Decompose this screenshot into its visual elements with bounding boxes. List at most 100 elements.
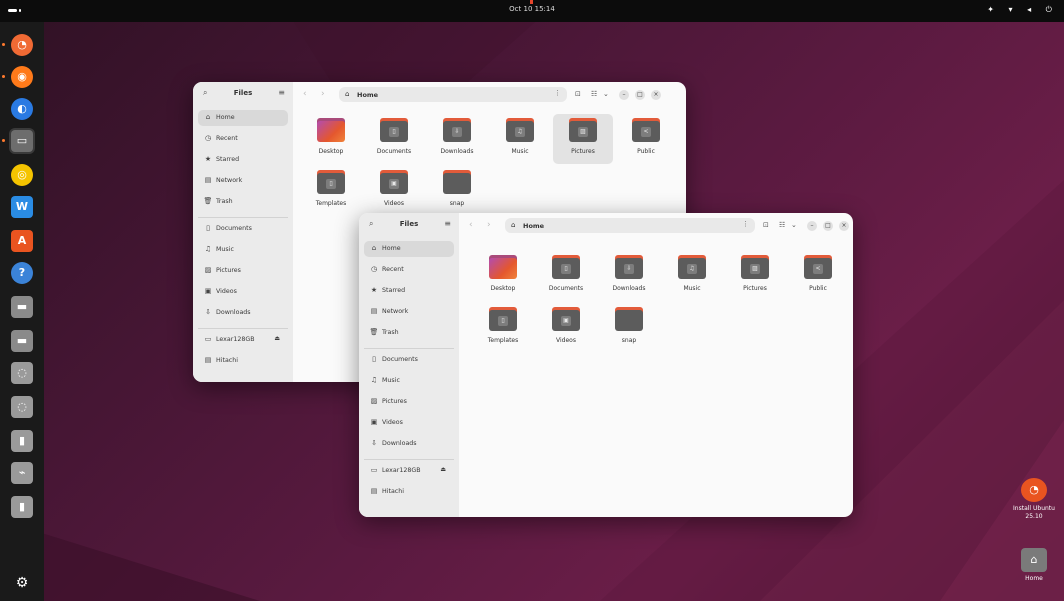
sidebar-item-label: Videos xyxy=(216,288,237,295)
sidebar-item-label: Starred xyxy=(216,156,240,163)
system-tray[interactable]: ✦ ▾ ◂ ⏻ xyxy=(987,5,1058,15)
folder-item[interactable]: ⇩ Downloads xyxy=(599,251,659,301)
dock-item[interactable]: ▬ xyxy=(9,328,35,354)
files-window-front[interactable]: ⌕ Files ≡ ⌂ Home ◷ Recent ★ Starred ▤ Network 🗑 Tras… xyxy=(359,213,853,517)
folder-item[interactable]: ♫ Music xyxy=(662,251,722,301)
folder-item[interactable]: < Public xyxy=(616,114,676,164)
folder-item[interactable]: ▯ Templates xyxy=(301,166,361,216)
sidebar-item-videos[interactable]: ▣ Videos xyxy=(364,415,454,431)
close-button[interactable]: × xyxy=(651,90,661,100)
folder-item[interactable]: ▨ Pictures xyxy=(725,251,785,301)
sidebar-item-documents[interactable]: ▯ Documents xyxy=(364,352,454,368)
back-button[interactable]: ‹ xyxy=(469,220,473,230)
dock-item[interactable]: ▮ xyxy=(9,428,35,454)
dock-item[interactable]: ▬ xyxy=(9,294,35,320)
folder-name: Videos xyxy=(384,200,404,207)
desktop-icon-install-ubuntu[interactable]: ◔ Install Ubuntu 25.10 xyxy=(1004,478,1064,521)
desktop-icon-home[interactable]: ⌂ Home xyxy=(1004,548,1064,583)
dock-item[interactable]: ? xyxy=(9,260,35,286)
sidebar-item-trash[interactable]: 🗑 Trash xyxy=(364,325,454,341)
sidebar-item-home[interactable]: ⌂ Home xyxy=(198,110,288,126)
forward-button[interactable]: › xyxy=(487,220,491,230)
clock[interactable]: Oct 10 15:14 xyxy=(0,5,1064,13)
folder-item[interactable]: Desktop xyxy=(301,114,361,164)
sidebar-item-trash[interactable]: 🗑 Trash xyxy=(198,194,288,210)
folder-desktop-icon xyxy=(489,255,517,279)
dock-item[interactable]: ⌁ xyxy=(9,460,35,486)
folder-item[interactable]: ▣ Videos xyxy=(536,303,596,353)
sidebar-header: ⌕ Files ≡ xyxy=(193,88,293,102)
folder-item[interactable]: Desktop xyxy=(473,251,533,301)
running-indicator xyxy=(2,139,5,142)
hamburger-menu-icon[interactable]: ≡ xyxy=(278,88,285,97)
view-dropdown-icon[interactable]: ⌄ xyxy=(791,221,797,229)
folder-item[interactable]: ♫ Music xyxy=(490,114,550,164)
show-apps-button[interactable]: ⚙ xyxy=(9,570,35,596)
eject-icon[interactable]: ⏏ xyxy=(274,335,280,342)
view-dropdown-icon[interactable]: ⌄ xyxy=(603,90,609,98)
forward-button[interactable]: › xyxy=(321,89,325,99)
sidebar-item-network[interactable]: ▤ Network xyxy=(198,173,288,189)
sidebar-item-pictures[interactable]: ▨ Pictures xyxy=(198,263,288,279)
path-bar[interactable]: ⌂ Home ⋮ xyxy=(505,218,755,233)
folder-name: snap xyxy=(449,200,465,207)
folder-item[interactable]: ⇩ Downloads xyxy=(427,114,487,164)
dock-item[interactable]: ▮ xyxy=(9,494,35,520)
new-folder-icon[interactable]: ⊡ xyxy=(575,90,581,98)
sidebar-separator xyxy=(364,348,454,349)
dock-item[interactable]: ◎ xyxy=(9,162,35,188)
sidebar-item-network[interactable]: ▤ Network xyxy=(364,304,454,320)
sidebar-item-music[interactable]: ♫ Music xyxy=(198,242,288,258)
folder-name: Desktop xyxy=(490,285,516,292)
sidebar-item-home[interactable]: ⌂ Home xyxy=(364,241,454,257)
more-options-icon[interactable]: ⋮ xyxy=(554,89,561,97)
view-toggle-icon[interactable]: ☷ xyxy=(591,90,597,98)
dock-item[interactable]: W xyxy=(9,194,35,220)
close-button[interactable]: × xyxy=(839,221,849,231)
sidebar-item-music[interactable]: ♫ Music xyxy=(364,373,454,389)
hamburger-menu-icon[interactable]: ≡ xyxy=(444,219,451,228)
folder-item[interactable]: snap xyxy=(599,303,659,353)
sidebar-item-starred[interactable]: ★ Starred xyxy=(364,283,454,299)
folder-item[interactable]: ▨ Pictures xyxy=(553,114,613,164)
minimize-button[interactable]: – xyxy=(807,221,817,231)
sidebar-item-icon: ▭ xyxy=(370,466,378,474)
sidebar-item-starred[interactable]: ★ Starred xyxy=(198,152,288,168)
back-button[interactable]: ‹ xyxy=(303,89,307,99)
dock-item[interactable]: A xyxy=(9,228,35,254)
path-bar[interactable]: ⌂ Home ⋮ xyxy=(339,87,567,102)
sidebar-item-downloads[interactable]: ⇩ Downloads xyxy=(198,305,288,321)
dock-item[interactable]: ◉ xyxy=(2,64,35,90)
sidebar-item-recent[interactable]: ◷ Recent xyxy=(364,262,454,278)
sidebar-item-hitachi[interactable]: ▤ Hitachi xyxy=(198,353,288,369)
more-options-icon[interactable]: ⋮ xyxy=(742,220,749,228)
sidebar-item-recent[interactable]: ◷ Recent xyxy=(198,131,288,147)
dock-item[interactable]: ◌ xyxy=(9,360,35,386)
minimize-button[interactable]: – xyxy=(619,90,629,100)
dock: ◔ ◉ ◐ ▭ ◎ W A? ▬ ▬ ◌ ◌ ▮ ⌁ ▮ ⚙ xyxy=(0,22,44,601)
eject-icon[interactable]: ⏏ xyxy=(440,466,446,473)
dock-item[interactable]: ▭ xyxy=(2,128,35,154)
folder-item[interactable]: snap xyxy=(427,166,487,216)
folder-item[interactable]: ▯ Templates xyxy=(473,303,533,353)
dock-item[interactable]: ◌ xyxy=(9,394,35,420)
dock-item[interactable]: ◐ xyxy=(9,96,35,122)
sidebar-item-lexar128gb[interactable]: ▭ Lexar128GB ⏏ xyxy=(198,332,288,348)
sidebar-item-documents[interactable]: ▯ Documents xyxy=(198,221,288,237)
sidebar-item-videos[interactable]: ▣ Videos xyxy=(198,284,288,300)
dock-item[interactable]: ◔ xyxy=(2,32,35,58)
sidebar-item-hitachi[interactable]: ▤ Hitachi xyxy=(364,484,454,500)
sidebar-item-pictures[interactable]: ▨ Pictures xyxy=(364,394,454,410)
folder-item[interactable]: ▣ Videos xyxy=(364,166,424,216)
maximize-button[interactable]: □ xyxy=(823,221,833,231)
folder-item[interactable]: < Public xyxy=(788,251,848,301)
sidebar-item-label: Music xyxy=(216,246,234,253)
maximize-button[interactable]: □ xyxy=(635,90,645,100)
folder-pictures-icon: ▨ xyxy=(569,118,597,142)
new-folder-icon[interactable]: ⊡ xyxy=(763,221,769,229)
folder-item[interactable]: ▯ Documents xyxy=(536,251,596,301)
folder-item[interactable]: ▯ Documents xyxy=(364,114,424,164)
view-toggle-icon[interactable]: ☷ xyxy=(779,221,785,229)
sidebar-item-downloads[interactable]: ⇩ Downloads xyxy=(364,436,454,452)
sidebar-item-lexar128gb[interactable]: ▭ Lexar128GB ⏏ xyxy=(364,463,454,479)
